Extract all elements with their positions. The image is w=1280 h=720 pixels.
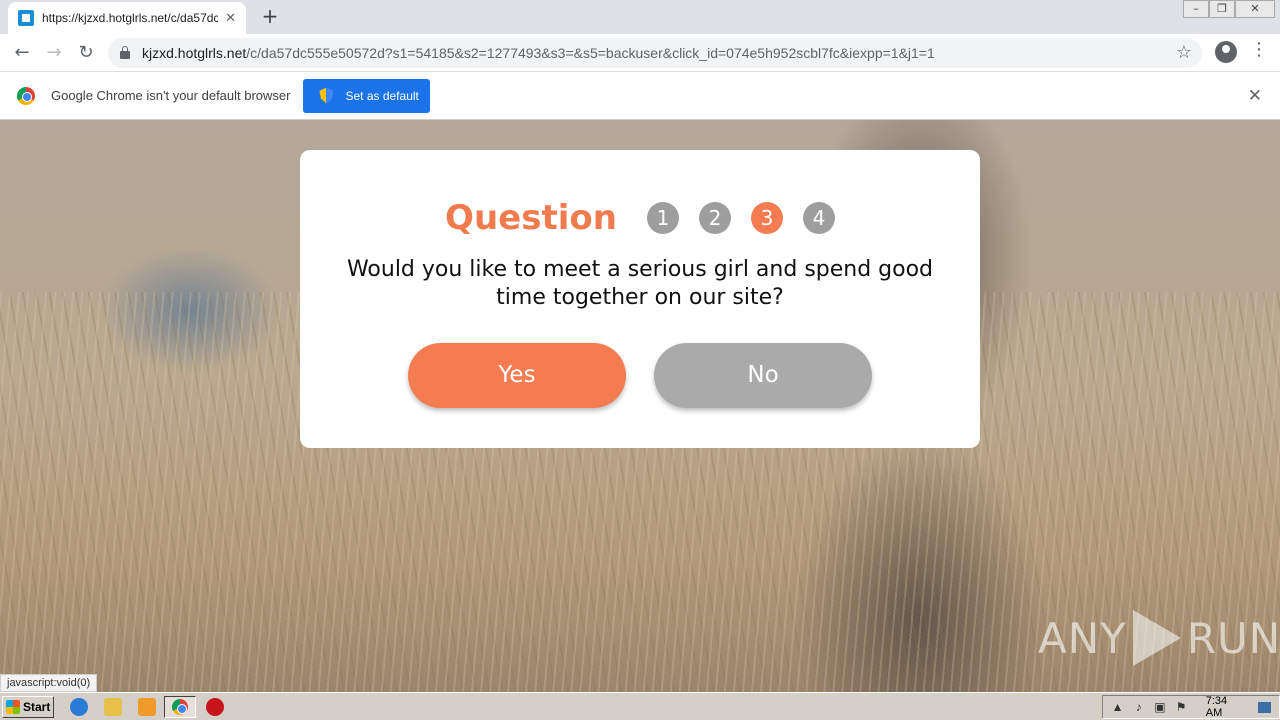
start-button[interactable]: Start	[2, 696, 54, 718]
question-title: Question	[445, 198, 617, 238]
chrome-logo-icon	[17, 86, 35, 105]
address-bar[interactable]: kjzxd.hotglrls.net /c/da57dc555e50572d?s…	[108, 38, 1202, 68]
play-icon	[1132, 610, 1181, 666]
url-path: /c/da57dc555e50572d?s1=54185&s2=1277493&…	[246, 45, 935, 61]
tab-strip: https://kjzxd.hotglrls.net/c/da57dc5 ✕ +…	[0, 0, 1280, 34]
url-host: kjzxd.hotglrls.net	[142, 45, 247, 61]
status-bubble: javascript:void(0)	[0, 674, 98, 692]
forward-button[interactable]: →	[42, 41, 66, 65]
taskbar: Start ▲ ♪ ▣ ⚑ 7:34 AM	[0, 692, 1280, 720]
file-explorer-icon[interactable]	[104, 698, 122, 716]
internet-explorer-icon[interactable]	[70, 698, 88, 716]
show-desktop-icon[interactable]	[1257, 701, 1271, 713]
question-modal: Question 1 2 3 4 Would you like to meet …	[300, 150, 980, 448]
reload-button[interactable]: ↻	[74, 41, 98, 65]
back-button[interactable]: ←	[10, 41, 34, 65]
step-4: 4	[802, 202, 835, 234]
clock[interactable]: 7:34 AM	[1206, 695, 1244, 719]
minimize-button[interactable]: –	[1183, 0, 1209, 18]
window-close-button[interactable]: ✕	[1235, 0, 1275, 18]
flag-icon[interactable]: ⚑	[1175, 700, 1188, 714]
chrome-menu-icon[interactable]: ⋮	[1250, 39, 1268, 60]
chrome-taskbar-button[interactable]	[164, 696, 196, 718]
close-tab-icon[interactable]: ✕	[225, 11, 236, 26]
default-browser-infobar: Google Chrome isn't your default browser…	[0, 72, 1280, 120]
tab-title: https://kjzxd.hotglrls.net/c/da57dc5	[42, 11, 218, 25]
question-header: Question 1 2 3 4	[300, 198, 980, 238]
infobar-message: Google Chrome isn't your default browser	[51, 88, 291, 103]
anyrun-watermark: ANY RUN	[1038, 610, 1280, 666]
tray-expand-icon[interactable]: ▲	[1111, 700, 1124, 714]
media-player-icon[interactable]	[138, 698, 156, 716]
set-as-default-label: Set as default	[345, 88, 419, 103]
step-2: 2	[698, 202, 731, 234]
shield-icon	[319, 87, 334, 104]
bookmark-star-icon[interactable]: ☆	[1176, 42, 1192, 63]
restore-button[interactable]: ❐	[1209, 0, 1235, 18]
windows-logo-icon	[6, 700, 20, 714]
watermark-left-text: ANY	[1038, 613, 1127, 663]
browser-toolbar: ← → ↻ kjzxd.hotglrls.net /c/da57dc555e50…	[0, 34, 1280, 72]
set-as-default-button[interactable]: Set as default	[303, 78, 431, 113]
yes-button[interactable]: Yes	[408, 343, 626, 408]
site-favicon-icon	[18, 10, 34, 26]
lock-icon	[120, 46, 130, 59]
browser-tab[interactable]: https://kjzxd.hotglrls.net/c/da57dc5 ✕	[8, 2, 246, 34]
watermark-right-text: RUN	[1186, 613, 1280, 663]
no-button[interactable]: No	[654, 343, 872, 408]
step-3: 3	[750, 202, 783, 234]
volume-icon[interactable]: ♪	[1132, 700, 1145, 714]
step-1: 1	[646, 202, 679, 234]
system-tray: ▲ ♪ ▣ ⚑ 7:34 AM	[1102, 695, 1280, 719]
start-label: Start	[23, 700, 51, 714]
question-text: Would you like to meet a serious girl an…	[346, 257, 934, 310]
network-icon[interactable]: ▣	[1153, 700, 1166, 714]
new-tab-button[interactable]: +	[258, 4, 282, 28]
infobar-close-icon[interactable]: ✕	[1248, 86, 1262, 106]
alert-app-icon[interactable]	[206, 698, 224, 716]
page-content: Question 1 2 3 4 Would you like to meet …	[0, 120, 1280, 692]
chrome-taskbar-icon	[172, 699, 188, 715]
profile-avatar-icon[interactable]	[1215, 41, 1237, 63]
